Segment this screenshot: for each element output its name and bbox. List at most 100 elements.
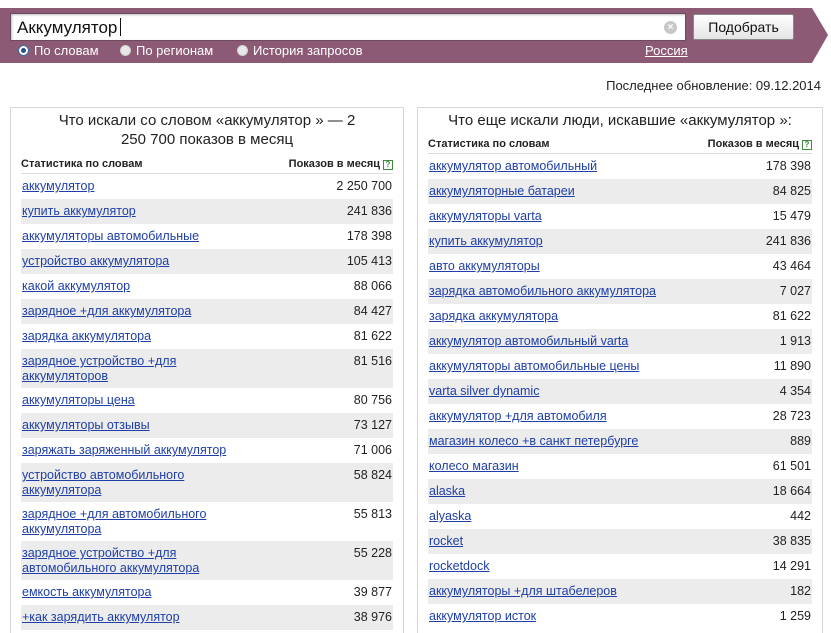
keyword-link[interactable]: зарядка аккумулятора <box>429 309 558 324</box>
table-row: зарядное +для автомобильного аккумулятор… <box>21 502 393 541</box>
table-row: купить аккумулятор 241 836 <box>428 229 812 254</box>
table-header: Статистика по словам Показов в месяц? <box>21 154 393 174</box>
keyword-link[interactable]: заряжать заряженный аккумулятор <box>22 443 226 458</box>
keyword-list: аккумулятор автомобильный 178 398 аккумуля… <box>428 154 812 629</box>
keyword-link[interactable]: аккумуляторные батареи <box>429 184 575 199</box>
help-icon[interactable]: ? <box>383 159 393 170</box>
impressions-count: 84 825 <box>772 184 811 198</box>
impressions-count: 18 664 <box>772 484 811 498</box>
submit-button[interactable]: Подобрать <box>693 14 794 40</box>
keyword-link[interactable]: купить аккумулятор <box>22 204 136 219</box>
help-icon[interactable]: ? <box>802 139 812 150</box>
impressions-count: 58 824 <box>353 468 392 482</box>
panel-title: Что еще искали люди, искавшие «аккумулят… <box>448 112 792 129</box>
impressions-count: 43 464 <box>772 259 811 273</box>
keyword-link[interactable]: аккумуляторы цена <box>22 393 135 408</box>
radio-icon <box>120 45 131 56</box>
impressions-count: 442 <box>790 509 811 523</box>
table-row: устройство аккумулятора 105 413 <box>21 249 393 274</box>
impressions-count: 73 127 <box>353 418 392 432</box>
impressions-count: 4 354 <box>779 384 811 398</box>
impressions-count: 88 066 <box>353 279 392 293</box>
table-row: аккумулятор 2 250 700 <box>21 174 393 199</box>
table-header: Статистика по словам Показов в месяц? <box>428 134 812 154</box>
table-row: зарядка автомобильного аккумулятора 7 027 <box>428 279 812 304</box>
table-row: alaska 18 664 <box>428 479 812 504</box>
keyword-link[interactable]: зарядка аккумулятора <box>22 329 151 344</box>
related-words-panel: Что искали со словом «аккумулятор » — 2 … <box>10 107 404 633</box>
column-keyword: Статистика по словам <box>428 137 550 150</box>
table-row: аккумуляторы цена 80 756 <box>21 388 393 413</box>
impressions-count: 55 813 <box>353 507 392 521</box>
table-row: устройство автомобильного аккумулятора 58… <box>21 463 393 502</box>
keyword-link[interactable]: какой аккумулятор <box>22 279 130 294</box>
impressions-count: 1 913 <box>779 334 811 348</box>
keyword-link[interactable]: зарядное устройство +для автомобильного … <box>22 546 252 576</box>
keyword-link[interactable]: rocketdock <box>429 559 489 574</box>
keyword-link[interactable]: alyaska <box>429 509 471 524</box>
impressions-count: 889 <box>790 434 811 448</box>
keyword-link[interactable]: колесо магазин <box>429 459 519 474</box>
keyword-link[interactable]: купить аккумулятор <box>429 234 543 249</box>
table-row: емкость аккумулятора 39 877 <box>21 580 393 605</box>
table-row: аккумулятор автомобильный varta 1 913 <box>428 329 812 354</box>
table-row: зарядка аккумулятора 81 622 <box>428 304 812 329</box>
table-row: магазин колесо +в санкт петербурге 889 <box>428 429 812 454</box>
keyword-link[interactable]: зарядное устройство +для аккумуляторов <box>22 354 252 384</box>
table-row: аккумуляторы автомобильные цены 11 890 <box>428 354 812 379</box>
table-row: авто аккумуляторы 43 464 <box>428 254 812 279</box>
table-row: купить аккумулятор 241 836 <box>21 199 393 224</box>
table-row: аккумуляторы отзывы 73 127 <box>21 413 393 438</box>
mode-history[interactable]: История запросов <box>237 43 363 58</box>
keyword-link[interactable]: зарядка автомобильного аккумулятора <box>429 284 656 299</box>
keyword-link[interactable]: +как зарядить аккумулятор <box>22 610 180 625</box>
impressions-count: 81 622 <box>772 309 811 323</box>
table-row: аккумулятор исток 1 259 <box>428 604 812 629</box>
impressions-count: 84 427 <box>353 304 392 318</box>
impressions-count: 241 836 <box>346 204 392 218</box>
keyword-link[interactable]: аккумуляторы автомобильные <box>22 229 199 244</box>
keyword-link[interactable]: магазин колесо +в санкт петербурге <box>429 434 638 449</box>
impressions-count: 178 398 <box>765 159 811 173</box>
search-input[interactable]: Аккумулятор × <box>10 13 686 41</box>
keyword-link[interactable]: аккумулятор исток <box>429 609 536 624</box>
keyword-link[interactable]: аккумуляторы varta <box>429 209 542 224</box>
keyword-link[interactable]: аккумулятор +для автомобиля <box>429 409 607 424</box>
impressions-count: 28 723 <box>772 409 811 423</box>
impressions-count: 241 836 <box>765 234 811 248</box>
impressions-count: 11 890 <box>773 359 811 373</box>
table-row: varta silver dynamic 4 354 <box>428 379 812 404</box>
panel-title: Что искали со словом «аккумулятор » — 2 … <box>58 112 356 148</box>
search-value[interactable]: Аккумулятор <box>17 18 122 38</box>
keyword-link[interactable]: аккумулятор автомобильный <box>429 159 597 174</box>
keyword-link[interactable]: аккумулятор <box>22 179 94 194</box>
keyword-link[interactable]: rocket <box>429 534 463 549</box>
table-row: заряжать заряженный аккумулятор 71 006 <box>21 438 393 463</box>
keyword-link[interactable]: емкость аккумулятора <box>22 585 151 600</box>
impressions-count: 182 <box>790 584 811 598</box>
impressions-count: 80 756 <box>353 393 392 407</box>
mode-by-words[interactable]: По словам <box>18 43 99 58</box>
keyword-link[interactable]: аккумуляторы отзывы <box>22 418 150 433</box>
table-row: колесо магазин 61 501 <box>428 454 812 479</box>
clear-icon[interactable]: × <box>664 21 677 34</box>
keyword-link[interactable]: авто аккумуляторы <box>429 259 540 274</box>
table-row: rocketdock 14 291 <box>428 554 812 579</box>
keyword-link[interactable]: зарядное +для автомобильного аккумулятор… <box>22 507 252 537</box>
mode-by-regions[interactable]: По регионам <box>120 43 213 58</box>
keyword-link[interactable]: зарядное +для аккумулятора <box>22 304 191 319</box>
keyword-link[interactable]: alaska <box>429 484 465 499</box>
table-row: какой аккумулятор 88 066 <box>21 274 393 299</box>
keyword-link[interactable]: аккумулятор автомобильный varta <box>429 334 628 349</box>
keyword-link[interactable]: аккумуляторы автомобильные цены <box>429 359 639 374</box>
impressions-count: 61 501 <box>772 459 811 473</box>
impressions-count: 105 413 <box>346 254 392 268</box>
column-count: Показов в месяц? <box>708 138 812 150</box>
keyword-link[interactable]: varta silver dynamic <box>429 384 539 399</box>
table-row: аккумуляторы автомобильные 178 398 <box>21 224 393 249</box>
region-link[interactable]: Россия <box>645 43 688 58</box>
keyword-link[interactable]: устройство аккумулятора <box>22 254 169 269</box>
keyword-link[interactable]: устройство автомобильного аккумулятора <box>22 468 252 498</box>
keyword-link[interactable]: аккумуляторы +для штабелеров <box>429 584 617 599</box>
header-arrow <box>812 8 828 63</box>
